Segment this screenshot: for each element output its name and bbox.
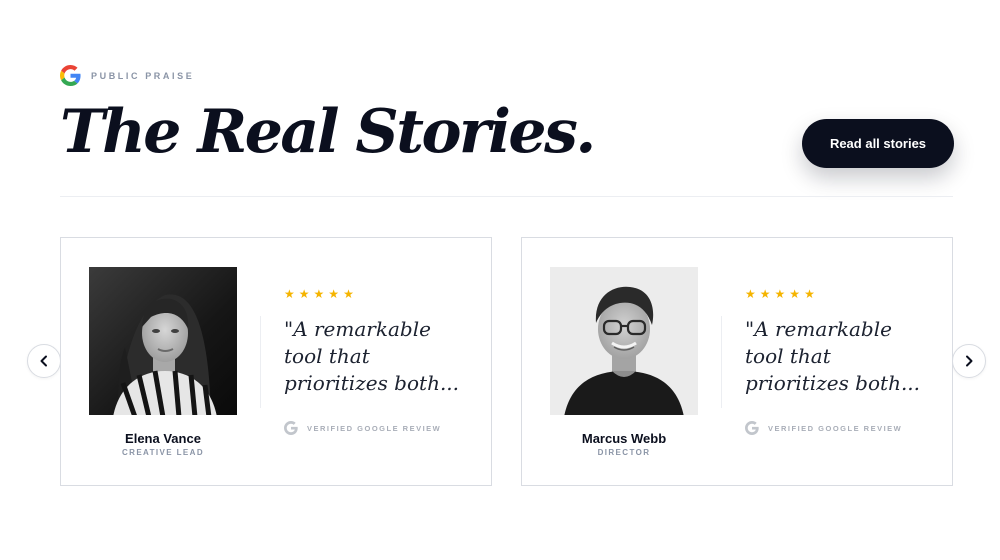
avatar-photo [550, 267, 698, 415]
reviewer-role: DIRECTOR [597, 448, 651, 457]
carousel-next-button[interactable] [952, 344, 986, 378]
avatar-photo [89, 267, 237, 415]
google-mono-icon [284, 421, 298, 435]
star-icon: ★ [789, 287, 801, 301]
avatar [89, 267, 237, 415]
star-icon: ★ [313, 287, 325, 301]
divider [60, 196, 953, 197]
verified-label: VERIFIED GOOGLE REVIEW [307, 423, 442, 433]
carousel-prev-button[interactable] [27, 344, 61, 378]
google-logo-icon [60, 65, 81, 86]
verified-label: VERIFIED GOOGLE REVIEW [768, 423, 903, 433]
page-title: The Real Stories. [60, 97, 596, 167]
star-icon: ★ [774, 287, 786, 301]
star-icon: ★ [804, 287, 815, 301]
star-icon: ★ [328, 287, 340, 301]
testimonial-card: Elena Vance CREATIVE LEAD ★ ★ ★ ★ ★ "A r… [60, 237, 492, 486]
avatar [550, 267, 698, 415]
reviewer-role: CREATIVE LEAD [121, 448, 205, 457]
star-icon: ★ [284, 287, 295, 301]
star-rating: ★ ★ ★ ★ ★ [284, 288, 354, 300]
star-icon: ★ [343, 287, 354, 301]
card-divider [721, 316, 722, 408]
read-all-stories-button[interactable]: Read all stories [802, 119, 954, 168]
testimonial-card: Marcus Webb DIRECTOR ★ ★ ★ ★ ★ "A remark… [521, 237, 953, 486]
eyebrow: PUBLIC PRAISE [60, 65, 194, 86]
verified-badge: VERIFIED GOOGLE REVIEW [284, 421, 441, 435]
star-icon: ★ [759, 287, 771, 301]
testimonial-quote: "A remarkable tool that prioritizes both… [284, 317, 460, 395]
star-icon: ★ [298, 287, 310, 301]
star-icon: ★ [745, 287, 756, 301]
card-divider [260, 316, 261, 408]
star-rating: ★ ★ ★ ★ ★ [745, 288, 815, 300]
reviewer-name: Elena Vance [125, 431, 201, 446]
google-mono-icon [745, 421, 759, 435]
reviewer-name: Marcus Webb [581, 431, 667, 446]
verified-badge: VERIFIED GOOGLE REVIEW [745, 421, 902, 435]
chevron-right-icon [966, 355, 973, 367]
testimonial-quote: "A remarkable tool that prioritizes both… [745, 317, 921, 395]
eyebrow-label: PUBLIC PRAISE [91, 70, 195, 81]
chevron-left-icon [40, 355, 47, 367]
